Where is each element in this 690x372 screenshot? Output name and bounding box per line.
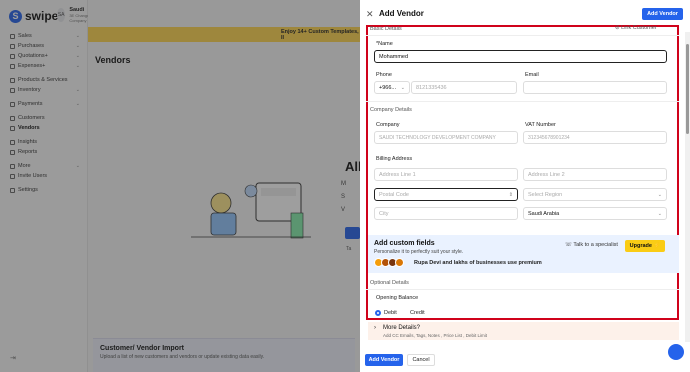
drawer-title: Add Vendor xyxy=(379,9,424,18)
divider xyxy=(366,101,679,102)
cancel-button[interactable]: Cancel xyxy=(407,354,435,366)
modal-overlay[interactable] xyxy=(0,0,360,372)
divider xyxy=(366,35,679,36)
more-details-title: More Details? xyxy=(383,325,421,331)
name-label: *Name xyxy=(376,41,393,47)
optional-details-heading: Optional Details xyxy=(370,280,409,286)
email-label: Email xyxy=(525,72,539,78)
link-customer-link[interactable]: ⊘ Link Customer xyxy=(615,25,657,31)
address-line-2-input[interactable]: Address Line 2 xyxy=(523,168,667,181)
more-details-section[interactable]: › More Details? Add CC Emails, Tags, Not… xyxy=(368,322,679,340)
company-input[interactable]: SAUDI TECHNOLOGY DEVELOPMENT COMPANY xyxy=(374,131,518,144)
more-details-subtitle: Add CC Emails, Tags, Notes , Price List … xyxy=(383,333,487,338)
add-vendor-header-button[interactable]: Add Vendor xyxy=(642,8,683,20)
talk-label: Talk to a specialist xyxy=(573,242,618,248)
postal-code-input[interactable]: Postal Code ⇕ xyxy=(374,188,518,201)
avatar xyxy=(395,258,404,267)
opening-balance-label: Opening Balance xyxy=(376,295,419,301)
phone-input[interactable]: 8121335436 xyxy=(411,81,517,94)
phone-code-select[interactable]: +966... ⌄ xyxy=(374,81,410,94)
divider xyxy=(366,289,679,290)
user-avatars xyxy=(374,258,404,267)
country-value: Saudi Arabia xyxy=(528,210,560,217)
name-input[interactable]: Mohammed xyxy=(374,50,667,63)
address-line-1-input[interactable]: Address Line 1 xyxy=(374,168,518,181)
vat-input[interactable]: 312345678901234 xyxy=(523,131,667,144)
phone-icon: ☏ xyxy=(565,242,572,248)
country-select[interactable]: Saudi Arabia ⌄ xyxy=(523,207,667,220)
company-label: Company xyxy=(376,122,400,128)
email-input[interactable] xyxy=(523,81,667,94)
upgrade-button[interactable]: Upgrade ⚡ xyxy=(625,240,665,252)
custom-fields-title: Add custom fields xyxy=(374,240,435,247)
chevron-down-icon: ⌄ xyxy=(657,210,662,217)
custom-fields-subtitle: Personalize it to perfectly suit your st… xyxy=(374,249,464,255)
chevron-down-icon: ⌄ xyxy=(400,84,405,91)
region-select[interactable]: Select Region ⌄ xyxy=(523,188,667,201)
premium-note: Rupa Devi and lakhs of businesses use pr… xyxy=(414,260,542,266)
city-input[interactable]: City xyxy=(374,207,518,220)
vat-label: VAT Number xyxy=(525,122,556,128)
region-placeholder: Select Region xyxy=(528,191,563,198)
close-icon[interactable]: ✕ xyxy=(366,9,374,20)
company-details-heading: Company Details xyxy=(370,107,412,113)
debit-radio[interactable] xyxy=(375,310,381,316)
basic-details-heading: Basic Details xyxy=(370,26,402,32)
chevron-right-icon: › xyxy=(374,325,376,331)
phone-code-value: +966... xyxy=(379,84,396,91)
chevron-down-icon: ⌄ xyxy=(657,191,662,198)
link-icon: ⊘ xyxy=(615,25,620,31)
scrollbar-thumb[interactable] xyxy=(686,44,689,134)
credit-label[interactable]: Credit xyxy=(410,310,425,316)
postal-code-placeholder: Postal Code xyxy=(379,191,409,198)
custom-fields-promo: Add custom fields Personalize it to perf… xyxy=(368,235,679,273)
chat-support-icon[interactable] xyxy=(668,344,684,360)
add-vendor-footer-button[interactable]: Add Vendor xyxy=(365,354,403,366)
phone-label: Phone xyxy=(376,72,392,78)
link-customer-label: Link Customer xyxy=(621,25,657,31)
stepper-icon[interactable]: ⇕ xyxy=(509,192,513,198)
talk-to-specialist-link[interactable]: ☏ Talk to a specialist xyxy=(565,242,618,248)
add-vendor-drawer: ✕ Add Vendor Add Vendor Basic Details ⊘ … xyxy=(360,0,690,372)
debit-label: Debit xyxy=(384,310,397,316)
billing-address-label: Billing Address xyxy=(376,156,413,162)
